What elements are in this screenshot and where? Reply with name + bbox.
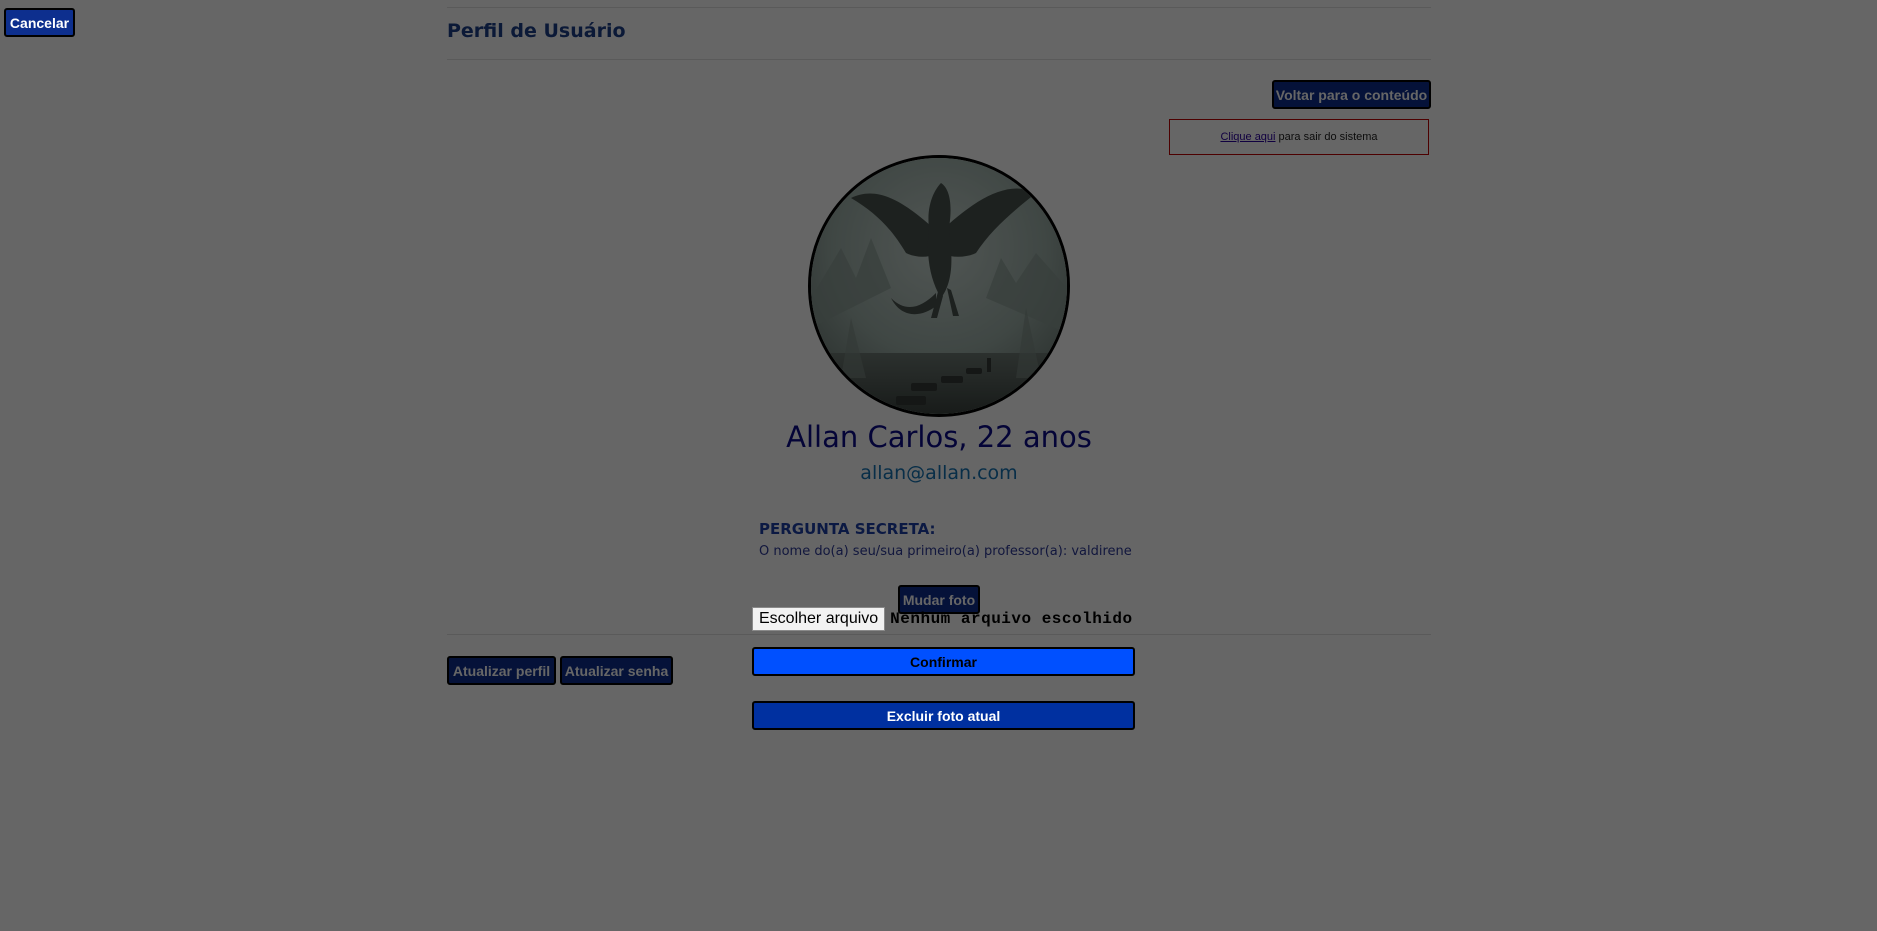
profile-avatar — [808, 155, 1070, 417]
dragon-image — [811, 158, 1067, 414]
cancel-button[interactable]: Cancelar — [4, 8, 75, 37]
title-divider — [447, 59, 1431, 60]
page-title: Perfil de Usuário — [447, 20, 626, 42]
profile-email: allan@allan.com — [860, 462, 1018, 484]
file-picker: Escolher arquivo Nenhum arquivo escolhid… — [752, 607, 1133, 631]
logout-text: para sair do sistema — [1278, 131, 1378, 143]
profile-name-age: Allan Carlos, 22 anos — [786, 420, 1092, 454]
update-profile-button[interactable]: Atualizar perfil — [447, 656, 556, 685]
back-to-content-button[interactable]: Voltar para o conteúdo — [1272, 80, 1431, 109]
profile-page: Perfil de Usuário Voltar para o conteúdo… — [0, 0, 1877, 931]
update-password-button[interactable]: Atualizar senha — [560, 656, 673, 685]
secret-question-label: PERGUNTA SECRETA: — [759, 520, 936, 538]
logout-notice: Clique aqui para sair do sistema — [1169, 119, 1429, 155]
logout-link[interactable]: Clique aqui — [1220, 131, 1275, 143]
delete-photo-button[interactable]: Excluir foto atual — [752, 701, 1135, 730]
choose-file-button[interactable]: Escolher arquivo — [752, 607, 886, 631]
file-status-text: Nenhum arquivo escolhido — [890, 610, 1133, 628]
top-divider — [447, 7, 1431, 8]
confirm-photo-button[interactable]: Confirmar — [752, 647, 1135, 676]
profile-container: Perfil de Usuário Voltar para o conteúdo… — [447, 0, 1431, 931]
actions-divider — [447, 634, 1431, 635]
secret-question-text: O nome do(a) seu/sua primeiro(a) profess… — [759, 544, 1132, 559]
